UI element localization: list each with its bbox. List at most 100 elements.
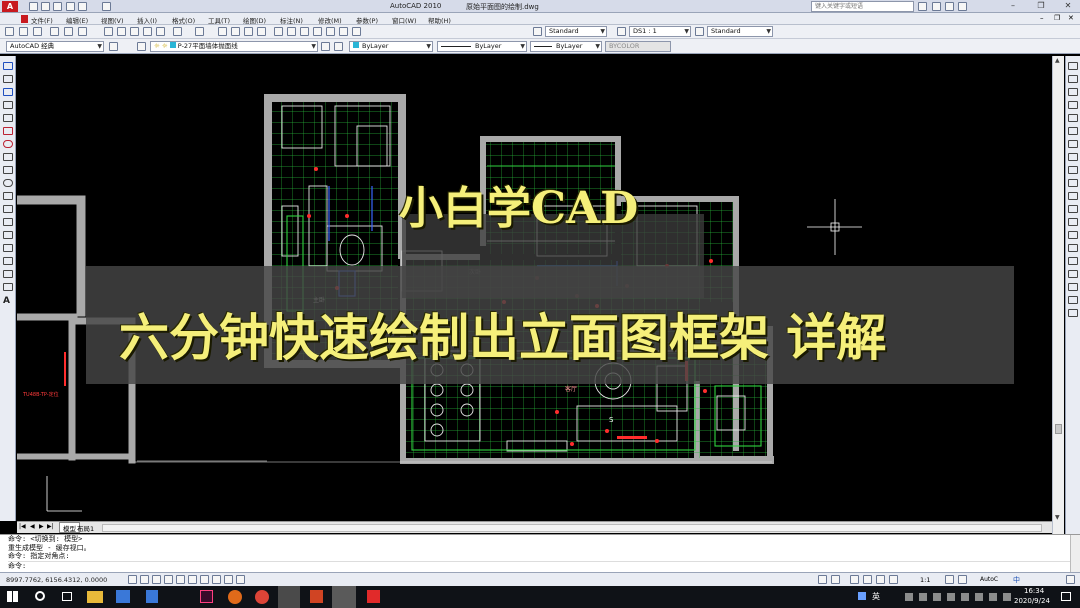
hatch-icon[interactable]	[3, 244, 13, 252]
ime-language[interactable]: 英	[872, 591, 880, 602]
paste-icon[interactable]	[130, 27, 139, 36]
ellipse-icon[interactable]	[3, 179, 13, 187]
dim-style-icon[interactable]	[617, 27, 626, 36]
wechat-icon[interactable]	[278, 586, 300, 608]
undo-icon[interactable]	[66, 2, 75, 11]
extend-icon[interactable]	[1068, 192, 1078, 200]
command-input[interactable]: 命令:	[8, 560, 1080, 570]
arc-icon[interactable]	[3, 127, 13, 135]
text-style-icon[interactable]	[533, 27, 542, 36]
polyline-icon[interactable]	[3, 88, 13, 96]
help-icon[interactable]	[958, 2, 967, 11]
workspace-settings-icon[interactable]	[109, 42, 118, 51]
join-icon[interactable]	[1068, 231, 1078, 239]
markup-icon[interactable]	[326, 27, 335, 36]
save-icon[interactable]	[33, 27, 42, 36]
restore-window-icon[interactable]: ❐	[1032, 1, 1050, 12]
layer-manager-icon[interactable]	[137, 42, 146, 51]
properties-icon[interactable]	[274, 27, 283, 36]
calculator-app-icon[interactable]	[146, 590, 158, 603]
lineweight-select[interactable]: ByLayer ▼	[530, 41, 602, 52]
menu-tools[interactable]: 工具(T)	[208, 15, 230, 25]
chrome-icon[interactable]	[255, 590, 269, 604]
break-icon[interactable]	[1068, 218, 1078, 226]
layer-previous-icon[interactable]	[334, 42, 343, 51]
table-icon[interactable]	[3, 283, 13, 291]
showmotion-icon[interactable]	[889, 575, 898, 584]
gradient-icon[interactable]	[3, 257, 13, 265]
linetype-select[interactable]: ByLayer ▼	[437, 41, 527, 52]
insert-block-icon[interactable]	[3, 205, 13, 213]
clock-date[interactable]: 2020/9/24	[1014, 597, 1050, 605]
doc-restore-icon[interactable]: ❐	[1054, 14, 1060, 22]
otrack-icon[interactable]	[188, 575, 197, 584]
menu-draw[interactable]: 绘图(D)	[243, 15, 266, 25]
star-icon[interactable]	[945, 2, 954, 11]
grid-icon[interactable]	[140, 575, 149, 584]
array-icon[interactable]	[1068, 114, 1078, 122]
make-current-icon[interactable]	[321, 42, 330, 51]
menu-edit[interactable]: 编辑(E)	[66, 15, 88, 25]
menu-help[interactable]: 帮助(H)	[428, 15, 451, 25]
scroll-thumb[interactable]	[1055, 424, 1062, 434]
search-input[interactable]: 键入关键字或短语	[811, 1, 914, 12]
polygon-icon[interactable]	[3, 101, 13, 109]
command-scrollbar[interactable]	[1070, 535, 1080, 572]
quick-view-layouts-icon[interactable]	[831, 575, 840, 584]
color-select[interactable]: ByLayer ▼	[349, 41, 433, 52]
red-app-icon[interactable]	[367, 590, 380, 603]
construction-line-icon[interactable]	[3, 75, 13, 83]
clock-time[interactable]: 16:34	[1024, 587, 1044, 595]
circle-icon[interactable]	[3, 140, 13, 148]
annotation-scale[interactable]: 1:1	[920, 576, 930, 584]
print-icon[interactable]	[50, 27, 59, 36]
polar-icon[interactable]	[164, 575, 173, 584]
scroll-down-icon[interactable]: ▼	[1055, 514, 1060, 521]
group-icon[interactable]	[1068, 309, 1078, 317]
indesign-icon[interactable]	[200, 590, 213, 603]
close-window-icon[interactable]: ✕	[1058, 1, 1078, 12]
cut-icon[interactable]	[104, 27, 113, 36]
lwt-icon[interactable]	[224, 575, 233, 584]
tab-prev-icon[interactable]: ◀	[30, 523, 35, 530]
region-icon[interactable]	[3, 270, 13, 278]
text-style-select[interactable]: Standard ▼	[545, 26, 607, 37]
tab-first-icon[interactable]: |◀	[19, 523, 26, 530]
doc-close-icon[interactable]: ✕	[1068, 14, 1074, 22]
publish-icon[interactable]	[78, 27, 87, 36]
layer-tools-icon[interactable]	[1068, 283, 1078, 291]
dyn-icon[interactable]	[212, 575, 221, 584]
undo-arrow-icon[interactable]	[173, 27, 182, 36]
autocad-task-icon[interactable]	[332, 586, 356, 608]
store-icon[interactable]	[116, 590, 130, 603]
ime-indicator[interactable]: 中	[1013, 575, 1020, 585]
draworder-icon[interactable]	[1068, 296, 1078, 304]
document-icon[interactable]	[21, 15, 28, 23]
annotation-visibility-icon[interactable]	[945, 575, 954, 584]
plotstyle-select[interactable]: BYCOLOR	[605, 41, 671, 52]
make-block-icon[interactable]	[3, 218, 13, 226]
calculator-icon[interactable]	[339, 27, 348, 36]
line-tool-icon[interactable]	[3, 62, 13, 70]
doc-minimize-icon[interactable]: –	[1040, 14, 1044, 22]
preview-icon[interactable]	[64, 27, 73, 36]
multiline-text-icon[interactable]: A	[3, 296, 10, 306]
tray-icons[interactable]	[905, 593, 1015, 601]
spline-icon[interactable]	[3, 166, 13, 174]
redo-arrow-icon[interactable]	[195, 27, 204, 36]
offset-icon[interactable]	[1068, 101, 1078, 109]
redo-icon[interactable]	[78, 2, 87, 11]
ducs-icon[interactable]	[200, 575, 209, 584]
block-editor-icon[interactable]	[156, 27, 165, 36]
layer-select[interactable]: ☼ ☼ P-27平面墙体抛面线 ▼	[150, 41, 318, 52]
auto-scale-icon[interactable]	[958, 575, 967, 584]
rectangle-icon[interactable]	[3, 114, 13, 122]
scale-icon[interactable]	[1068, 153, 1078, 161]
autocad-logo-icon[interactable]: A	[2, 1, 18, 12]
zoom-realtime-icon[interactable]	[231, 27, 240, 36]
table-style-icon[interactable]	[695, 27, 704, 36]
menu-view[interactable]: 视图(V)	[101, 15, 124, 25]
table-style-select[interactable]: Standard ▼	[707, 26, 773, 37]
menu-file[interactable]: 文件(F)	[31, 15, 53, 25]
ellipse-arc-icon[interactable]	[3, 192, 13, 200]
